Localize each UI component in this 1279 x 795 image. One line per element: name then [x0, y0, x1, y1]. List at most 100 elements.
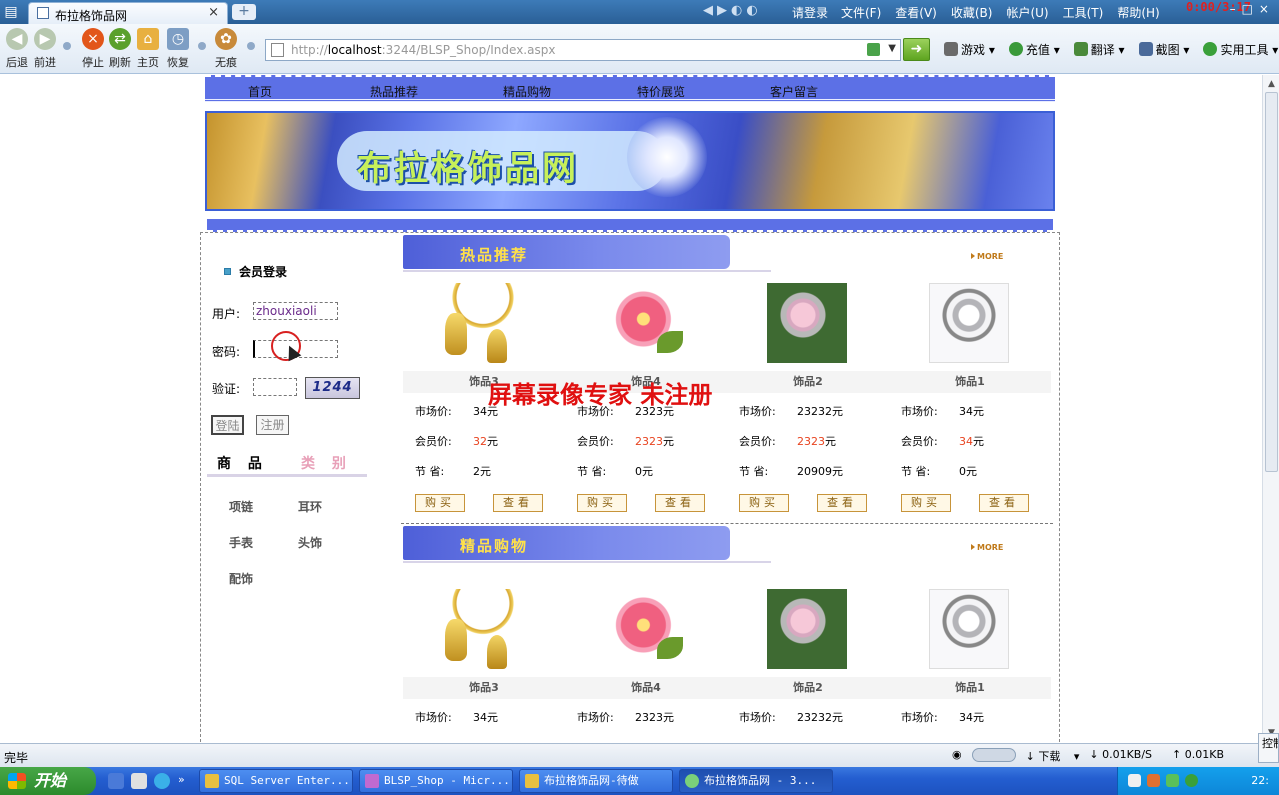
recharge-tool[interactable]: 充值 ▾	[1008, 41, 1060, 58]
quicklaunch-ie-icon[interactable]	[154, 773, 170, 789]
buy-button[interactable]: 购买	[415, 494, 465, 512]
captcha-image[interactable]: 1244	[305, 377, 360, 399]
category-watch[interactable]: 手表	[229, 534, 253, 551]
tray-icon[interactable]	[1147, 774, 1160, 787]
window-controls[interactable]: –□×	[1230, 2, 1275, 16]
taskbar-item-visualstudio[interactable]: BLSP_Shop - Micr...	[359, 769, 513, 793]
scroll-up-icon[interactable]: ▲	[1264, 77, 1279, 92]
buy-button[interactable]: 购买	[577, 494, 627, 512]
product-name[interactable]: 饰品2	[727, 677, 889, 699]
nav-boutique[interactable]: 精品购物	[503, 83, 551, 100]
forward-button[interactable]: ▶ 前进	[31, 28, 59, 70]
tray-icon[interactable]	[1166, 774, 1179, 787]
utilities-tool[interactable]: 实用工具 ▾	[1203, 41, 1278, 58]
side-control-panel[interactable]: 控制	[1258, 733, 1279, 763]
product-image-brooch[interactable]	[767, 283, 847, 363]
register-button[interactable]: 注册	[256, 415, 289, 435]
shield-icon[interactable]	[1185, 774, 1198, 787]
restore-button[interactable]: ◷ 恢复	[164, 28, 192, 70]
browser-login-link[interactable]: 请登录	[792, 4, 828, 21]
captcha-input[interactable]	[253, 378, 297, 396]
view-button[interactable]: 查看	[493, 494, 543, 512]
back-button[interactable]: ◀ 后退	[3, 28, 31, 70]
category-necklace[interactable]: 项链	[229, 498, 253, 515]
product-image-necklace[interactable]	[443, 283, 523, 363]
product-name[interactable]: 饰品3	[403, 677, 565, 699]
menu-file[interactable]: 文件(F)	[841, 4, 881, 21]
vertical-scrollbar[interactable]: ▲ ▼	[1262, 75, 1279, 743]
nav-home[interactable]: 首页	[248, 83, 272, 100]
product-image-silver[interactable]	[929, 589, 1009, 669]
nav-hot[interactable]: 热品推荐	[370, 83, 418, 100]
tab-close-icon[interactable]: ×	[208, 5, 219, 20]
triangle-icon	[971, 253, 975, 259]
nav-guestbook[interactable]: 客户留言	[770, 83, 818, 100]
games-tool[interactable]: 游戏 ▾	[944, 41, 995, 58]
view-button[interactable]: 查看	[655, 494, 705, 512]
username-label: 用户:	[212, 307, 241, 321]
product-image-brooch[interactable]	[767, 589, 847, 669]
address-bar[interactable]: http://localhost:3244/BLSP_Shop/Index.as…	[265, 39, 901, 61]
menu-favorites[interactable]: 收藏(B)	[951, 4, 993, 21]
menu-account[interactable]: 帐户(U)	[1006, 4, 1048, 21]
url-dropdown-icon[interactable]: ▼	[888, 43, 896, 54]
browser-menu-icon[interactable]: ▤	[2, 3, 20, 21]
more-link[interactable]: MORE	[971, 543, 1003, 552]
dropdown-dot-icon[interactable]	[198, 42, 206, 50]
url-text[interactable]: http://localhost:3244/BLSP_Shop/Index.as…	[291, 43, 555, 57]
home-button[interactable]: ⌂ 主页	[134, 28, 162, 70]
product-image-silver[interactable]	[929, 283, 1009, 363]
taskbar-item-sqlserver[interactable]: SQL Server Enter...	[199, 769, 353, 793]
browser-tab-active[interactable]: 布拉格饰品网 ×	[28, 2, 228, 24]
buy-button[interactable]: 购买	[901, 494, 951, 512]
globe-icon[interactable]: ◉	[952, 748, 962, 764]
quicklaunch-browser-icon[interactable]	[131, 773, 147, 789]
incognito-button[interactable]: ✿ 无痕	[212, 28, 240, 70]
view-button[interactable]: 查看	[817, 494, 867, 512]
menu-help[interactable]: 帮助(H)	[1117, 4, 1159, 21]
category-accessory[interactable]: 配饰	[229, 570, 253, 587]
new-tab-button[interactable]: +	[232, 4, 256, 20]
quicklaunch-more-icon[interactable]: »	[178, 773, 194, 789]
product-name[interactable]: 饰品2	[727, 371, 889, 393]
product-name[interactable]: 饰品4	[565, 677, 727, 699]
market-price-row: 市场价: 34元	[901, 711, 984, 724]
translate-tool[interactable]: 翻译 ▾	[1073, 41, 1125, 58]
view-button[interactable]: 查看	[979, 494, 1029, 512]
login-button[interactable]: 登陆	[211, 415, 244, 435]
product-name[interactable]: 饰品1	[889, 677, 1051, 699]
scrollbar-thumb[interactable]	[1265, 92, 1278, 472]
quicklaunch-desktop-icon[interactable]	[108, 773, 124, 789]
category-earring[interactable]: 耳环	[298, 498, 322, 515]
stop-button[interactable]: × 停止	[79, 28, 107, 70]
section-title: 精品购物	[460, 537, 529, 555]
product-image-necklace[interactable]	[443, 589, 523, 669]
product-image-flower[interactable]	[605, 283, 685, 363]
taskbar-item-browser[interactable]: 布拉格饰品网 - 3...	[679, 769, 833, 793]
toggle-pill[interactable]	[971, 748, 1016, 764]
history-nav-icons[interactable]: ◀▶◐◐	[703, 3, 762, 18]
menu-view[interactable]: 查看(V)	[895, 4, 937, 21]
page-content: 会员登录 用户: zhouxiaoli 密码: 验证: 1244 登陆 注册 商…	[200, 232, 1060, 743]
download-button[interactable]: ↓ 下载 ▾	[1026, 748, 1080, 764]
go-button[interactable]: ➜	[903, 38, 930, 61]
refresh-button[interactable]: ⇄ 刷新	[106, 28, 134, 70]
username-input[interactable]: zhouxiaoli	[253, 302, 338, 320]
tray-icon[interactable]	[1128, 774, 1141, 787]
dropdown-dot-icon[interactable]	[247, 42, 255, 50]
dropdown-dot-icon[interactable]	[63, 42, 71, 50]
more-link[interactable]: MORE	[971, 252, 1003, 261]
nav-specials[interactable]: 特价展览	[637, 83, 685, 100]
menu-tools[interactable]: 工具(T)	[1063, 4, 1104, 21]
market-price-row: 市场价: 34元	[901, 405, 984, 418]
start-button[interactable]: 开始	[0, 767, 96, 795]
screenshot-tool[interactable]: 截图 ▾	[1138, 41, 1189, 58]
taskbar-item-folder[interactable]: 布拉格饰品网-待做	[519, 769, 673, 793]
tray-icons[interactable]	[1128, 774, 1204, 787]
category-headwear[interactable]: 头饰	[298, 534, 322, 551]
security-shield-icon[interactable]	[867, 43, 880, 56]
product-name[interactable]: 饰品1	[889, 371, 1051, 393]
buy-button[interactable]: 购买	[739, 494, 789, 512]
product-image-flower[interactable]	[605, 589, 685, 669]
system-tray: 22:	[1117, 767, 1279, 795]
